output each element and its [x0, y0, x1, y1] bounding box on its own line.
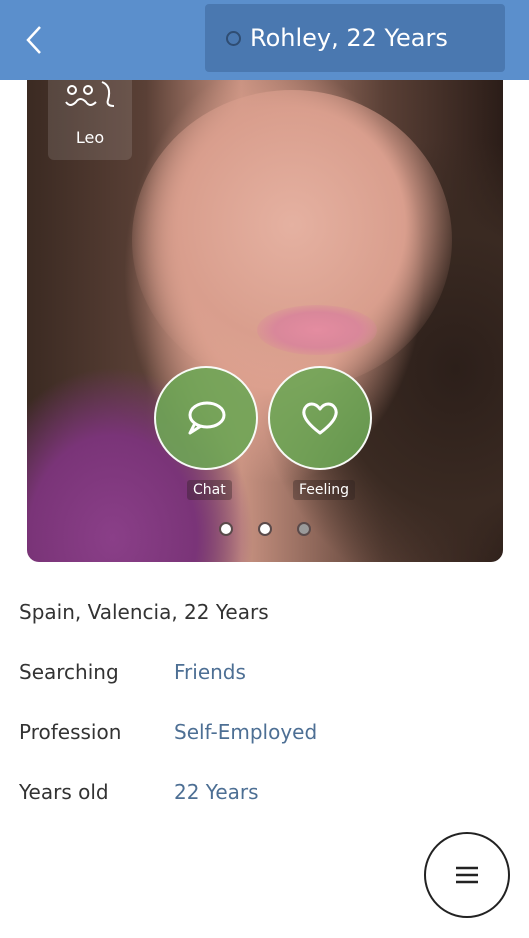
zodiac-label: Leo — [75, 128, 105, 147]
profile-photo[interactable]: Leo Chat Feeling — [27, 80, 503, 562]
chat-bubble-icon — [188, 401, 226, 435]
profile-name-header[interactable]: Rohley, 22 Years — [205, 4, 505, 72]
zodiac-badge[interactable]: Leo — [48, 80, 132, 160]
heart-icon — [302, 402, 338, 435]
top-bar: Rohley, 22 Years — [0, 0, 529, 80]
back-button[interactable] — [14, 20, 54, 60]
carousel-dot-2[interactable] — [258, 522, 272, 536]
chat-button[interactable] — [154, 366, 258, 470]
searching-label: Searching — [19, 660, 119, 684]
photo-detail — [257, 305, 377, 355]
menu-icon — [456, 866, 478, 884]
feeling-button[interactable] — [268, 366, 372, 470]
age-label: Years old — [19, 780, 109, 804]
chevron-left-icon — [26, 26, 41, 54]
chat-label: Chat — [187, 480, 232, 500]
age-value: 22 Years — [174, 780, 259, 804]
profession-value: Self-Employed — [174, 720, 318, 744]
profession-label: Profession — [19, 720, 122, 744]
feeling-label: Feeling — [293, 480, 356, 500]
carousel-dot-3-active[interactable] — [297, 522, 311, 536]
carousel-dot-1[interactable] — [219, 522, 233, 536]
menu-button[interactable] — [424, 832, 510, 918]
status-circle-icon — [226, 30, 241, 46]
searching-value: Friends — [174, 660, 246, 684]
profile-name: Rohley, 22 Years — [250, 24, 448, 52]
location-text: Spain, Valencia, 22 Years — [19, 600, 269, 624]
leo-zodiac-icon — [65, 81, 115, 107]
